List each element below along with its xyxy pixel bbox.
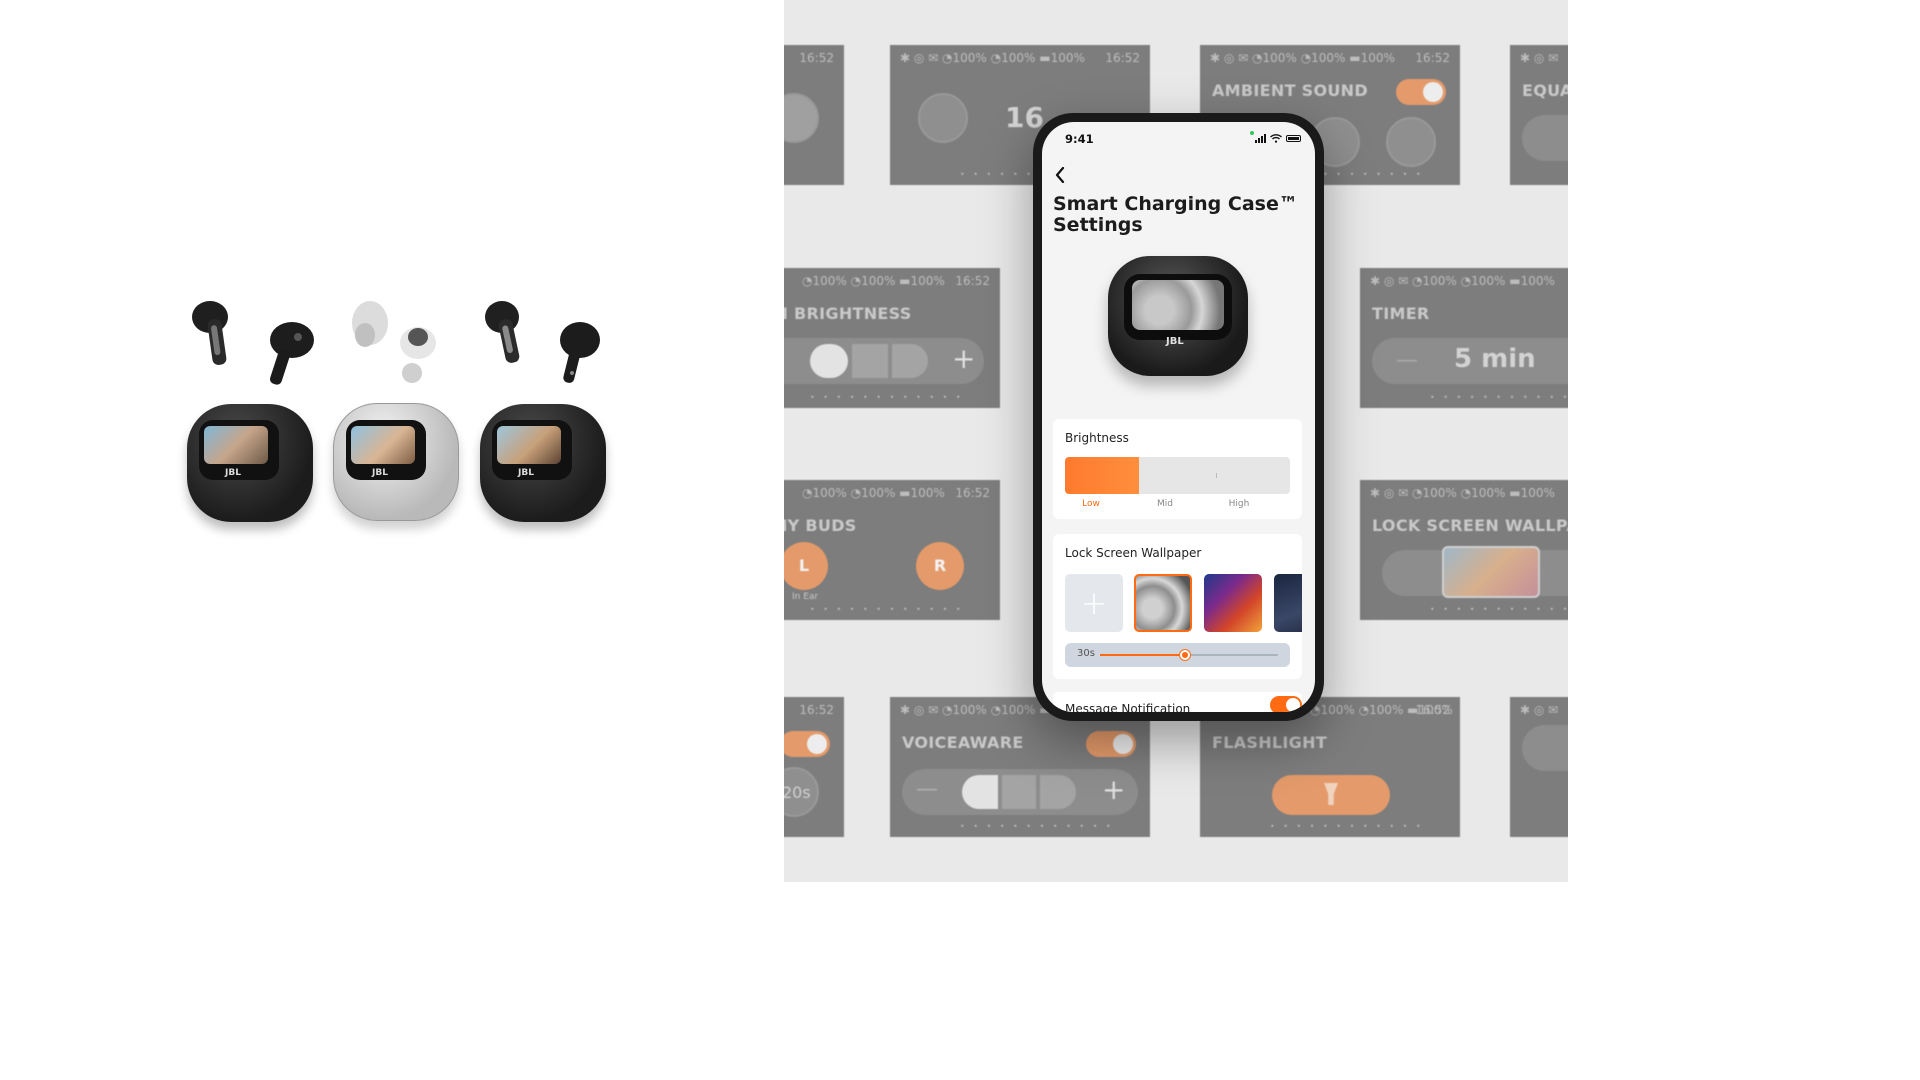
brightness-level-fill (1065, 457, 1140, 494)
message-notification-card: Message Notification (1053, 692, 1302, 712)
charging-case-black-1: JBL (187, 404, 313, 522)
charging-case-image: JBL (1108, 256, 1248, 376)
tile-equalizer: ✱ ◎ ✉ EQUA (1510, 45, 1568, 185)
privacy-indicator-dot (1250, 131, 1254, 135)
status-bar: 9:41 (1042, 130, 1315, 150)
brightness-slider[interactable] (1065, 457, 1290, 494)
add-wallpaper-button[interactable]: + (1065, 574, 1123, 632)
tile-partial-left-1: 16:52 • • • • • • • • (784, 45, 844, 185)
plus-icon: + (1080, 584, 1108, 622)
earbud-black-left-2 (485, 301, 520, 363)
back-button[interactable] (1055, 166, 1065, 187)
chevron-left-icon (1055, 166, 1065, 184)
phone-mockup: 9:41 Smart Charging Case™ Settings JBL B… (1033, 113, 1324, 721)
message-notification-label: Message Notification (1065, 702, 1191, 712)
earbud-silver-right (400, 327, 436, 383)
earbud-black-left-1 (192, 301, 228, 365)
tile-timer: ✱ ◎ ✉ ◔100% ◔100% ▬100% TIMER — 5 min • … (1360, 268, 1568, 408)
status-time: 9:41 (1065, 132, 1094, 146)
brightness-label: Brightness (1065, 431, 1129, 445)
wallpaper-option-night[interactable] (1274, 574, 1302, 632)
cellular-signal-icon (1255, 134, 1266, 143)
page-title: Smart Charging Case™ Settings (1053, 193, 1298, 236)
timeout-value: 30s (1077, 648, 1095, 659)
battery-icon (1286, 135, 1301, 142)
brightness-option-low[interactable]: Low (1071, 499, 1111, 509)
charging-case-black-2: JBL (480, 404, 606, 522)
earbud-black-right-2 (560, 322, 600, 383)
ambient-icon (1386, 117, 1436, 167)
earbuds-illustration (192, 301, 600, 385)
tile-screen-brightness: ◔100% ◔100% ▬100%16:52 EEN BRIGHTNESS + … (784, 268, 1000, 408)
speaker-icon (918, 93, 968, 143)
wallpaper-option-galaxy[interactable] (1204, 574, 1262, 632)
app-screen: 9:41 Smart Charging Case™ Settings JBL B… (1042, 122, 1315, 712)
earbud-black-right-1 (270, 322, 314, 385)
wifi-icon (1270, 134, 1282, 143)
tile-timeout: 16:52 20s (784, 697, 844, 837)
wallpaper-option-selected[interactable] (1134, 574, 1192, 632)
message-notification-toggle[interactable] (1270, 696, 1302, 712)
brightness-tick (1216, 473, 1217, 478)
wallpaper-timeout-slider[interactable]: 30s (1065, 643, 1290, 667)
brightness-card: Brightness Low Mid High (1053, 419, 1302, 519)
charging-case-silver: JBL (333, 403, 459, 521)
timeout-track (1100, 650, 1278, 660)
tile-find-my-buds: ◔100% ◔100% ▬100%16:52 D MY BUDS L R In … (784, 480, 1000, 620)
brightness-option-mid[interactable]: Mid (1145, 499, 1185, 509)
wallpaper-card: Lock Screen Wallpaper + 30s (1053, 534, 1302, 679)
timeout-slider-knob[interactable] (1180, 650, 1191, 660)
tile-partial-right-4: ✱ ◎ ✉ (1510, 697, 1568, 837)
brightness-option-high[interactable]: High (1219, 499, 1259, 509)
wallpaper-label: Lock Screen Wallpaper (1065, 546, 1202, 560)
tile-lock-screen-wallpaper: ✱ ◎ ✉ ◔100% ◔100% ▬100% LOCK SCREEN WALL… (1360, 480, 1568, 620)
timeout-track-fill (1100, 654, 1186, 656)
product-lineup: JBL JBL JBL (0, 0, 784, 882)
earbud-silver-left (352, 301, 388, 347)
